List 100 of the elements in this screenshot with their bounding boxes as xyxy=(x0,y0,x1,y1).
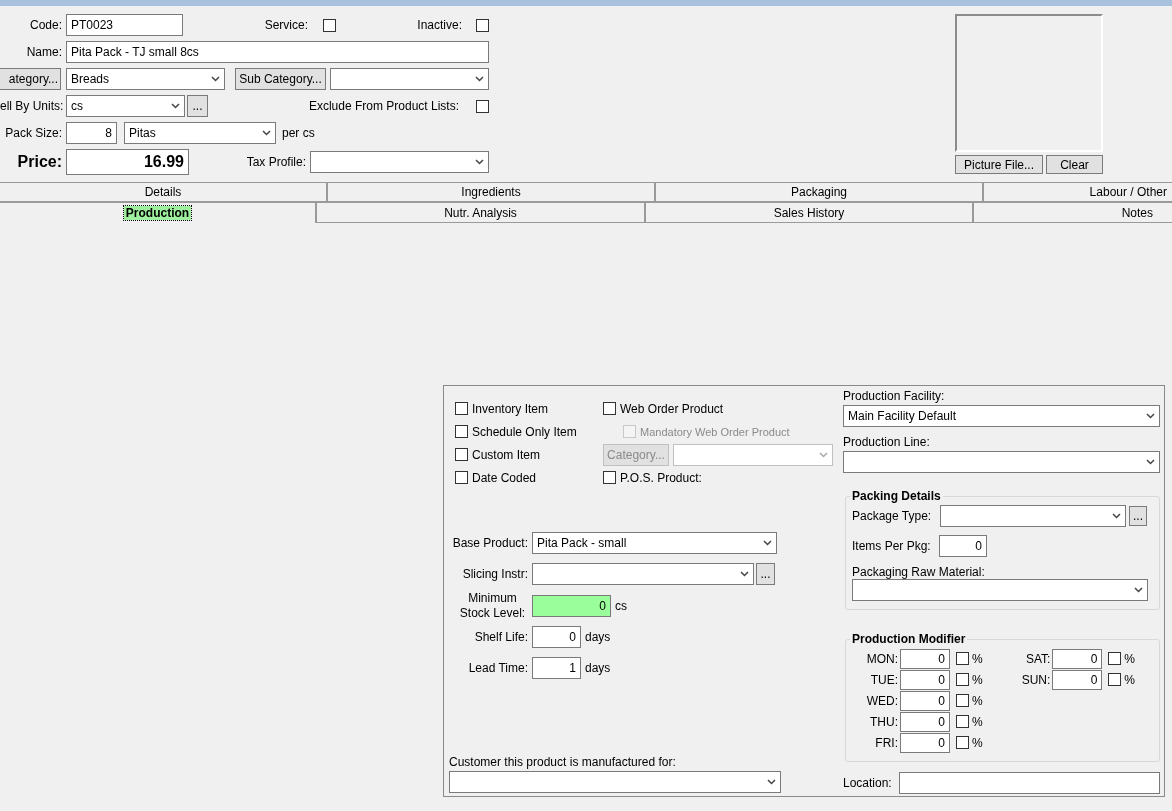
label: Inventory Item xyxy=(472,401,549,416)
chevron-down-icon xyxy=(1146,413,1155,419)
label: % xyxy=(1124,672,1136,687)
browse-button[interactable]: ... xyxy=(187,95,208,117)
field-label: Package Type: xyxy=(852,509,933,523)
browse-button[interactable]: ... xyxy=(756,563,775,585)
chevron-down-icon xyxy=(819,451,828,458)
dropdown[interactable]: cs xyxy=(66,95,185,117)
field-label: SUN: xyxy=(1020,672,1052,687)
input-field[interactable]: 8 xyxy=(66,122,117,144)
input-field[interactable]: 0 xyxy=(900,669,950,690)
label: Mandatory Web Order Product xyxy=(640,425,790,438)
input-field[interactable]: 0 xyxy=(900,732,950,753)
field-label: FRI: xyxy=(874,735,899,750)
label: days xyxy=(585,630,611,644)
label: % xyxy=(972,672,983,687)
category-button[interactable]: ategory... xyxy=(0,68,61,90)
checkbox[interactable] xyxy=(455,402,468,415)
tab[interactable]: Packaging xyxy=(655,182,983,202)
tab[interactable]: Production xyxy=(0,202,316,223)
tab[interactable]: Sales History xyxy=(645,202,973,223)
field-label: Base Product: xyxy=(451,536,529,550)
checkbox[interactable] xyxy=(1108,673,1122,686)
picture-file-button[interactable]: Picture File... xyxy=(955,155,1043,174)
checkbox[interactable] xyxy=(956,694,969,707)
checkbox[interactable] xyxy=(455,471,468,484)
input-field[interactable]: 0 xyxy=(532,626,581,648)
label: cs xyxy=(615,599,627,613)
checkbox[interactable] xyxy=(476,18,489,32)
input-field[interactable]: 0 xyxy=(900,648,950,669)
field-label: SAT: xyxy=(1024,651,1052,666)
tab[interactable]: Nutr. Analysis xyxy=(316,202,645,223)
input-field[interactable]: Pita Pack - TJ small 8cs xyxy=(66,41,489,63)
field-label: Service: xyxy=(263,18,309,32)
checkbox[interactable] xyxy=(956,736,969,749)
dropdown[interactable] xyxy=(940,505,1126,527)
label: per cs xyxy=(282,126,315,140)
label: Date Coded xyxy=(472,470,537,485)
input-field[interactable]: 0 xyxy=(939,535,987,557)
checkbox[interactable] xyxy=(956,715,969,728)
input-field[interactable]: 1 xyxy=(532,657,581,679)
field-label: Production Facility: xyxy=(843,389,946,403)
chevron-down-icon xyxy=(1146,459,1155,465)
tab[interactable]: Details xyxy=(0,182,327,202)
dropdown[interactable] xyxy=(449,771,781,793)
checkbox[interactable] xyxy=(956,652,969,665)
input-field[interactable]: 0 xyxy=(532,595,611,617)
label: % xyxy=(972,714,983,729)
chevron-down-icon xyxy=(171,103,180,109)
field-label: MON: xyxy=(865,651,899,666)
label: % xyxy=(1124,651,1136,666)
input-field[interactable]: 0 xyxy=(1052,669,1103,690)
input-field[interactable]: 16.99 xyxy=(66,149,189,175)
checkbox[interactable] xyxy=(603,402,616,415)
input-field[interactable]: 0 xyxy=(900,711,950,732)
field-label: Location: xyxy=(843,776,893,790)
input-field[interactable] xyxy=(899,772,1160,794)
input-field[interactable]: PT0023 xyxy=(66,14,183,36)
tab[interactable]: Ingredients xyxy=(327,182,655,202)
field-label: Items Per Pkg: xyxy=(852,539,932,553)
checkbox[interactable] xyxy=(956,673,969,686)
label: Web Order Product xyxy=(620,401,724,416)
chevron-down-icon xyxy=(1134,587,1143,593)
input-field[interactable]: 0 xyxy=(1052,648,1103,669)
field-label: Price: xyxy=(16,153,63,171)
chevron-down-icon xyxy=(475,76,484,82)
label: % xyxy=(972,735,983,750)
sub-category-button[interactable]: Sub Category... xyxy=(235,68,326,90)
dropdown[interactable] xyxy=(532,563,754,585)
dropdown[interactable] xyxy=(843,451,1160,473)
input-field[interactable]: 0 xyxy=(900,690,950,711)
checkbox[interactable] xyxy=(455,425,468,438)
field-label: ell By Units: xyxy=(0,99,65,113)
dropdown[interactable]: Breads xyxy=(66,68,225,90)
checkbox[interactable] xyxy=(1108,652,1122,665)
tab[interactable]: Notes xyxy=(973,202,1172,223)
dropdown[interactable] xyxy=(330,68,489,90)
checkbox[interactable] xyxy=(323,18,336,32)
label: days xyxy=(585,661,611,675)
dropdown[interactable] xyxy=(310,151,489,173)
chevron-down-icon xyxy=(262,130,271,136)
label: P.O.S. Product: xyxy=(620,470,702,485)
dropdown[interactable]: Pita Pack - small xyxy=(532,532,777,554)
tab[interactable]: Labour / Other xyxy=(983,182,1172,202)
label: % xyxy=(972,651,983,666)
dropdown[interactable]: Main Facility Default xyxy=(843,405,1160,427)
dropdown[interactable] xyxy=(852,579,1148,601)
field-label: Code: xyxy=(28,18,63,32)
field-label: Pack Size: xyxy=(4,126,63,140)
label: Schedule Only Item xyxy=(472,424,577,439)
checkbox[interactable] xyxy=(476,99,489,113)
dropdown[interactable]: Pitas xyxy=(124,122,276,144)
field-label: WED: xyxy=(865,693,899,708)
checkbox[interactable] xyxy=(603,471,616,484)
browse-button[interactable]: ... xyxy=(1129,506,1147,526)
checkbox[interactable] xyxy=(455,448,468,461)
clear-button[interactable]: Clear xyxy=(1046,155,1103,174)
field-label: Inactive: xyxy=(416,18,463,32)
field-label: Shelf Life: xyxy=(473,630,529,644)
field-label: TUE: xyxy=(869,672,899,687)
